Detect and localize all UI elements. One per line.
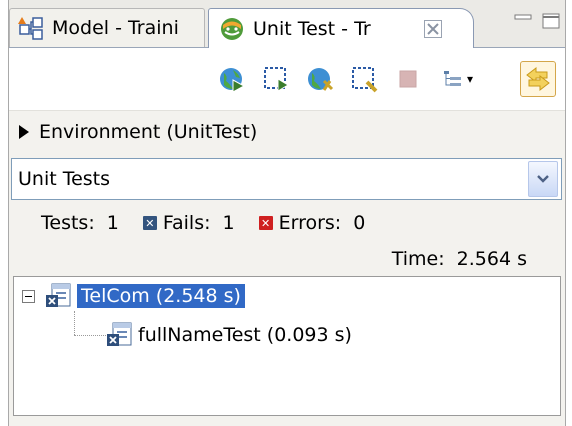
tab-unit-test-label: Unit Test - Tr	[253, 17, 371, 40]
collapse-toggle-icon[interactable]	[22, 289, 35, 303]
tests-value: 1	[106, 212, 119, 234]
chevron-down-icon: ▾	[466, 72, 474, 86]
error-icon: ✕	[258, 216, 273, 230]
tab-unit-test[interactable]: Unit Test - Tr	[208, 8, 474, 48]
tests-label: Tests:	[41, 212, 95, 234]
test-results-tree: TelCom (2.548 s) fullNameTest (0.093 s)	[13, 276, 561, 416]
history-icon	[526, 66, 550, 92]
time-label: Time:	[391, 248, 445, 270]
test-suite-icon	[46, 283, 71, 307]
tree-connector-line	[74, 311, 75, 335]
unit-test-view: Model - Traini Unit Test - Tr ▾ Environm…	[8, 0, 566, 426]
stop-button[interactable]	[393, 64, 423, 94]
elapsed-time: Time: 2.564 s	[9, 242, 565, 276]
fails-label: Fails:	[162, 212, 211, 234]
debug-select-icon	[352, 67, 378, 93]
tree-node-test-label: fullNameTest (0.093 s)	[138, 324, 352, 346]
stop-icon	[399, 70, 417, 88]
layout-icon	[443, 71, 461, 86]
layout-menu-button[interactable]: ▾	[435, 64, 479, 94]
tree-node-root[interactable]: TelCom (2.548 s)	[22, 281, 245, 311]
run-select-button[interactable]	[261, 64, 291, 94]
window-controls	[513, 12, 561, 30]
time-value: 2.564 s	[456, 248, 527, 270]
dropdown-button[interactable]	[528, 161, 558, 197]
environment-section[interactable]: Environment (UnitTest)	[9, 110, 565, 153]
tab-bar: Model - Traini Unit Test - Tr	[9, 0, 565, 48]
unit-test-icon	[221, 17, 243, 40]
run-globe-button[interactable]	[217, 64, 247, 94]
maximize-icon[interactable]	[541, 12, 561, 30]
tests-count: Tests: 1	[41, 212, 119, 234]
debug-globe-icon	[308, 68, 334, 91]
tree-connector-line	[74, 335, 108, 336]
expand-triangle-icon[interactable]	[19, 125, 29, 139]
errors-label: Errors:	[278, 212, 342, 234]
suite-select[interactable]: Unit Tests	[11, 158, 562, 200]
fails-count: ✕ Fails: 1	[142, 212, 235, 234]
fail-icon: ✕	[142, 216, 157, 230]
close-icon[interactable]	[423, 19, 443, 39]
tree-node-root-label: TelCom (2.548 s)	[77, 284, 245, 308]
environment-label: Environment (UnitTest)	[39, 121, 258, 143]
suite-select-value: Unit Tests	[18, 168, 111, 190]
test-case-icon	[107, 322, 132, 346]
debug-globe-button[interactable]	[305, 64, 335, 94]
tab-model[interactable]: Model - Traini	[9, 8, 205, 47]
run-select-icon	[264, 67, 289, 92]
run-globe-icon	[220, 68, 246, 93]
errors-count: ✕ Errors: 0	[258, 212, 366, 234]
tab-model-label: Model - Traini	[52, 17, 179, 39]
debug-select-button[interactable]	[349, 64, 379, 94]
tree-node-test[interactable]: fullNameTest (0.093 s)	[106, 320, 352, 350]
errors-value: 0	[353, 212, 366, 234]
history-button[interactable]	[520, 61, 556, 97]
model-icon	[18, 17, 43, 40]
test-stats: Tests: 1 ✕ Fails: 1 ✕ Errors: 0	[9, 205, 565, 241]
fails-value: 1	[222, 212, 235, 234]
chevron-down-icon	[537, 175, 549, 183]
view-toolbar: ▾	[9, 48, 565, 110]
minimize-icon[interactable]	[513, 12, 533, 30]
